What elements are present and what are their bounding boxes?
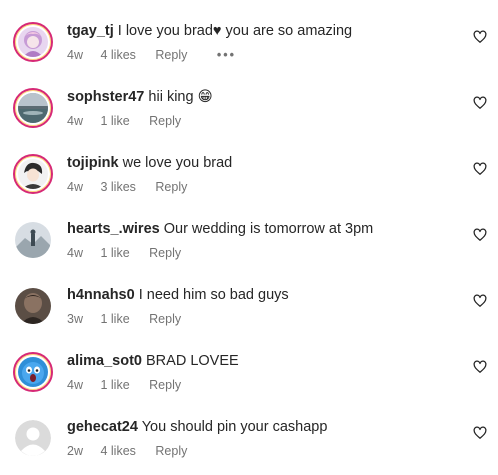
comment-time: 3w [67, 312, 83, 326]
reply-button[interactable]: Reply [155, 180, 187, 194]
heart-outline-icon[interactable] [473, 360, 487, 374]
comment-time: 2w [67, 444, 83, 458]
comment-username[interactable]: gehecat24 [67, 419, 138, 435]
comment-likes[interactable]: 4 likes [100, 444, 135, 458]
reply-button[interactable]: Reply [155, 48, 187, 62]
reply-button[interactable]: Reply [149, 378, 181, 392]
heart-outline-icon[interactable] [473, 426, 487, 440]
comment-body: Our wedding is tomorrow at 3pm [163, 221, 374, 237]
avatar[interactable] [13, 22, 53, 62]
heart-outline-icon[interactable] [473, 30, 487, 44]
screaming-emoji-avatar [18, 357, 48, 387]
reply-button[interactable]: Reply [149, 246, 181, 260]
comment-likes[interactable]: 3 likes [100, 180, 135, 194]
comment-body: BRAD LOVEE [146, 353, 239, 369]
default-user-avatar[interactable] [15, 420, 51, 456]
comment-text-line: tgay_tj I love you brad♥ you are so amaz… [67, 22, 352, 40]
comment-body: I love you brad♥ you are so amazing [117, 23, 353, 39]
comment-item: alima_sot0 BRAD LOVEE 4w 1 like Reply [0, 352, 498, 412]
comment-body: hii king 😁 [148, 89, 213, 105]
comment-meta: 2w 4 likes Reply [67, 443, 201, 459]
comment-item: sophster47 hii king 😁 4w 1 like Reply [0, 88, 498, 148]
comment-text-line: sophster47 hii king 😁 [67, 88, 213, 106]
comment-body: You should pin your cashapp [141, 419, 328, 435]
avatar[interactable] [13, 154, 53, 194]
mountain-figure-avatar[interactable] [15, 222, 51, 258]
avatar[interactable] [13, 88, 53, 128]
comment-item: tojipink we love you brad 4w 3 likes Rep… [0, 154, 498, 214]
comment-text-line: alima_sot0 BRAD LOVEE [67, 352, 239, 370]
comment-text-line: gehecat24 You should pin your cashapp [67, 418, 327, 436]
comment-username[interactable]: hearts_.wires [67, 221, 160, 237]
comment-item: h4nnahs0 I need him so bad guys 3w 1 lik… [0, 286, 498, 346]
comment-time: 4w [67, 180, 83, 194]
comment-item: hearts_.wires Our wedding is tomorrow at… [0, 220, 498, 280]
comment-username[interactable]: tgay_tj [67, 23, 114, 39]
comment-meta: 4w 4 likes Reply ••• [67, 47, 250, 63]
comment-username[interactable]: sophster47 [67, 89, 144, 105]
avatar[interactable] [13, 352, 53, 392]
reply-button[interactable]: Reply [149, 114, 181, 128]
comment-text-line: tojipink we love you brad [67, 154, 232, 172]
comment-likes[interactable]: 1 like [100, 312, 129, 326]
comment-likes[interactable]: 1 like [100, 114, 129, 128]
comment-time: 4w [67, 378, 83, 392]
reply-button[interactable]: Reply [149, 312, 181, 326]
heart-outline-icon[interactable] [473, 228, 487, 242]
comment-likes[interactable]: 1 like [100, 378, 129, 392]
comment-time: 4w [67, 246, 83, 260]
anime-girl-avatar [18, 27, 48, 57]
comment-body: I need him so bad guys [138, 287, 289, 303]
comment-body: we love you brad [122, 155, 233, 171]
comment-meta: 4w 1 like Reply [67, 245, 195, 261]
sunset-landscape-avatar [18, 93, 48, 123]
comment-meta: 4w 1 like Reply [67, 113, 195, 129]
comment-item: tgay_tj I love you brad♥ you are so amaz… [0, 22, 498, 82]
heart-outline-icon[interactable] [473, 294, 487, 308]
comment-time: 4w [67, 48, 83, 62]
comments-list: tgay_tj I love you brad♥ you are so amaz… [0, 0, 498, 475]
comment-item: gehecat24 You should pin your cashapp 2w… [0, 418, 498, 475]
comment-text-line: h4nnahs0 I need him so bad guys [67, 286, 289, 304]
more-options-icon[interactable]: ••• [217, 48, 236, 62]
anime-character-avatar [18, 159, 48, 189]
comment-username[interactable]: alima_sot0 [67, 353, 142, 369]
heart-outline-icon[interactable] [473, 96, 487, 110]
comment-likes[interactable]: 1 like [100, 246, 129, 260]
comment-meta: 3w 1 like Reply [67, 311, 195, 327]
reply-button[interactable]: Reply [155, 444, 187, 458]
comment-time: 4w [67, 114, 83, 128]
comment-username[interactable]: h4nnahs0 [67, 287, 135, 303]
comment-username[interactable]: tojipink [67, 155, 119, 171]
comment-text-line: hearts_.wires Our wedding is tomorrow at… [67, 220, 373, 238]
comment-likes[interactable]: 4 likes [100, 48, 135, 62]
dark-photo-avatar[interactable] [15, 288, 51, 324]
comment-meta: 4w 3 likes Reply [67, 179, 201, 195]
comment-meta: 4w 1 like Reply [67, 377, 195, 393]
heart-outline-icon[interactable] [473, 162, 487, 176]
